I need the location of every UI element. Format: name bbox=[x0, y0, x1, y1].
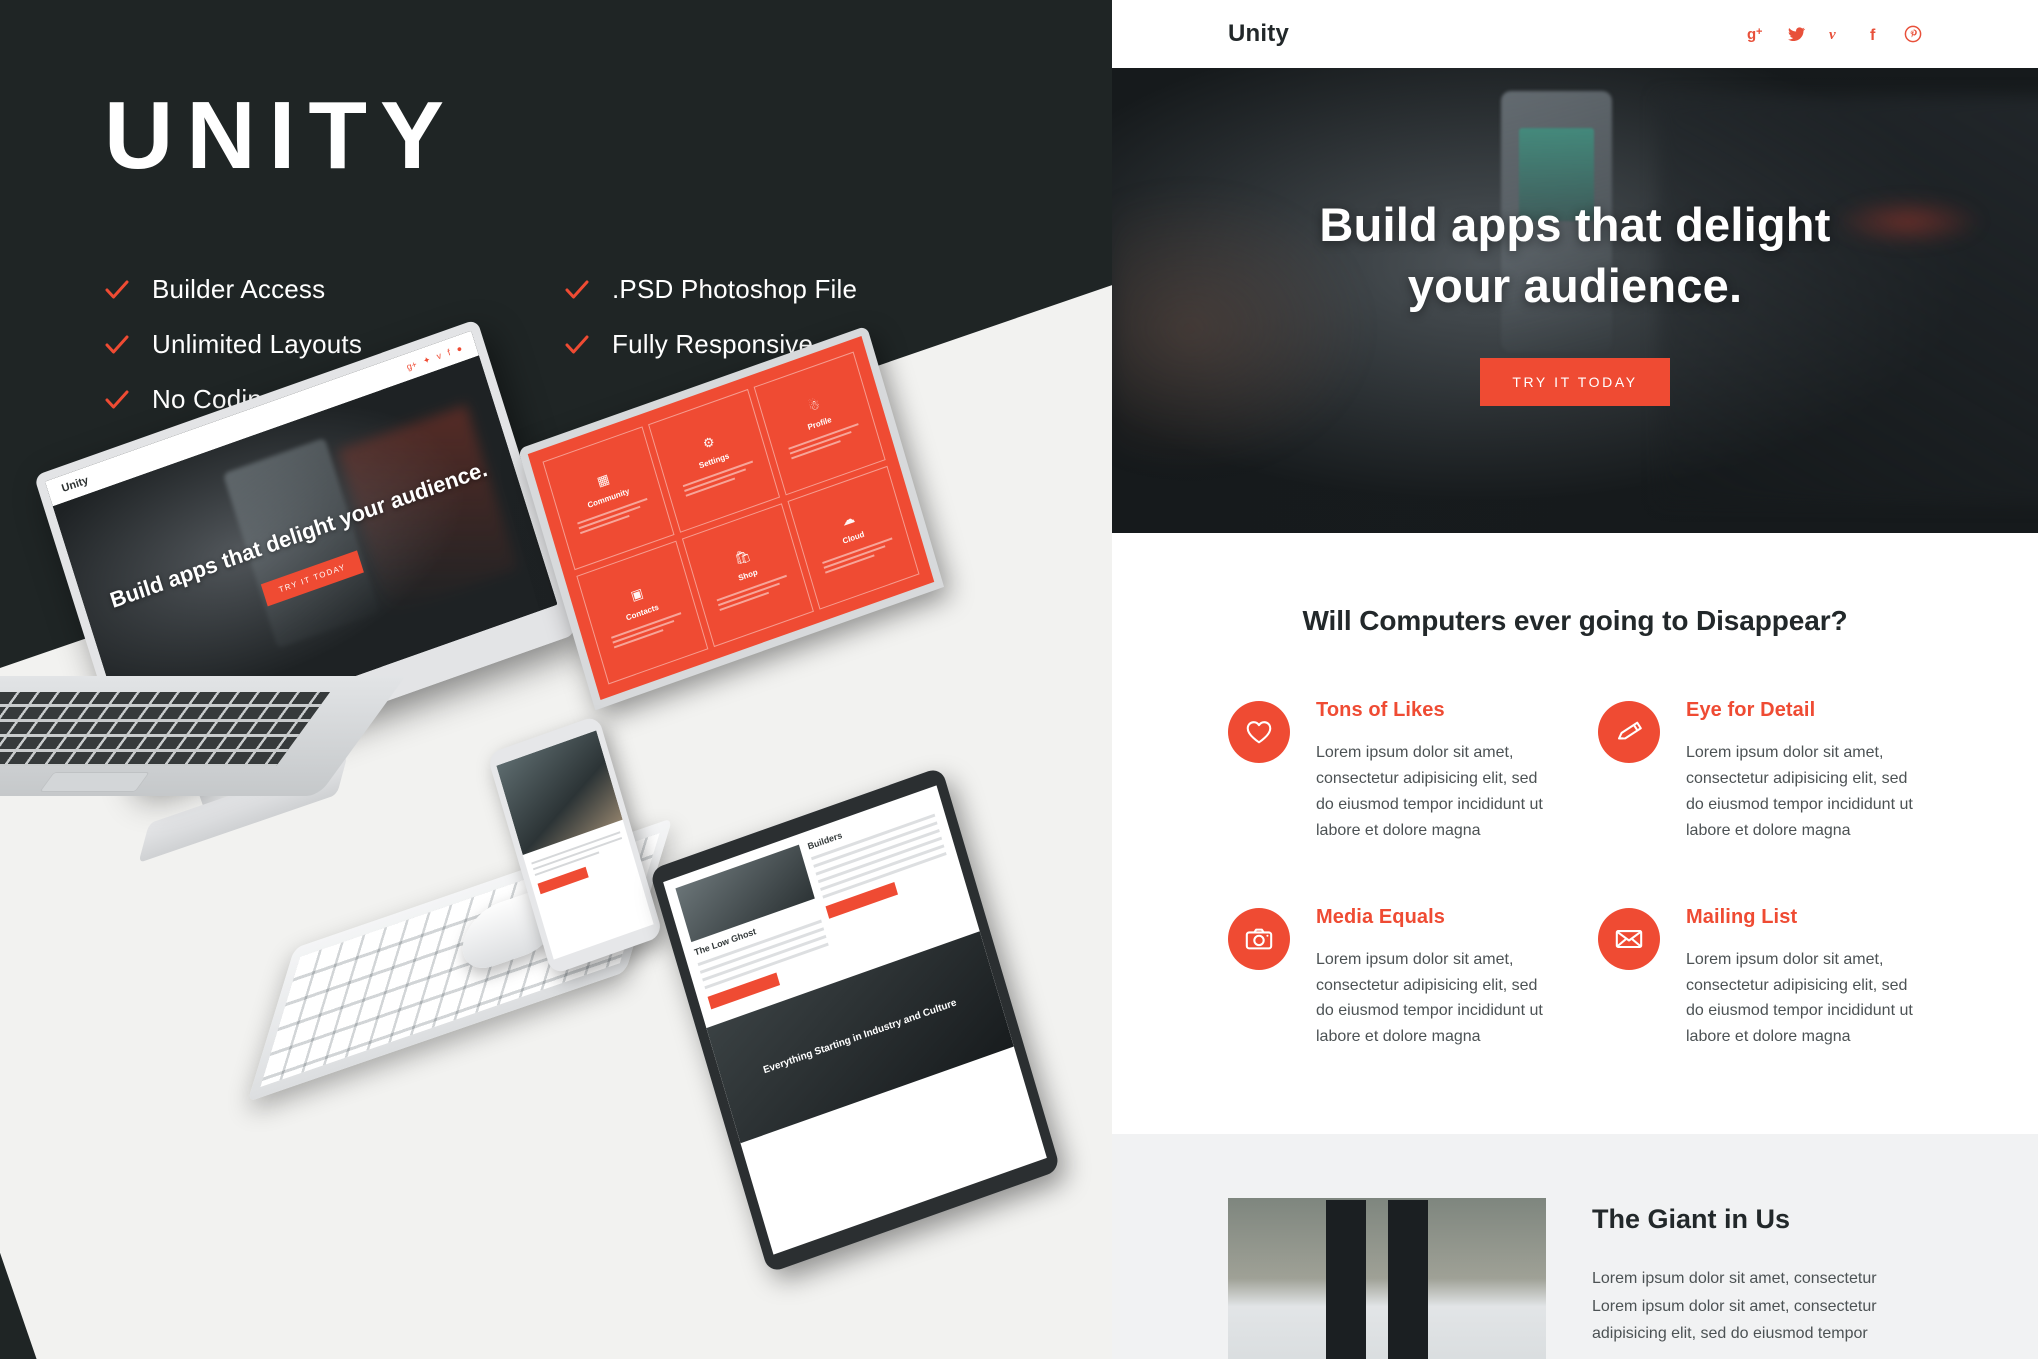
hero-background-accent bbox=[1834, 198, 1983, 245]
pencil-icon bbox=[1598, 701, 1660, 763]
twitter-icon: ✦ bbox=[421, 353, 432, 366]
feature-card-text: Media Equals Lorem ipsum dolor sit amet,… bbox=[1316, 906, 1552, 1051]
feature-card-text: Mailing List Lorem ipsum dolor sit amet,… bbox=[1686, 906, 1922, 1051]
heart-icon bbox=[1228, 701, 1290, 763]
facebook-icon[interactable]: f bbox=[1868, 25, 1882, 43]
social-links: g + v f bbox=[1747, 25, 1922, 43]
promo-feature-item: .PSD Photoshop File bbox=[564, 262, 964, 317]
laptop-tile-lines bbox=[716, 571, 790, 613]
tablet-thumbnail bbox=[675, 844, 815, 943]
giant-section-title: The Giant in Us bbox=[1592, 1204, 1791, 1235]
pinterest-icon: ● bbox=[455, 342, 464, 354]
laptop-tile-label: Cloud bbox=[841, 529, 866, 546]
svg-text:v: v bbox=[1829, 27, 1836, 43]
feature-card-title: Media Equals bbox=[1316, 905, 1446, 928]
features-grid: Tons of Likes Lorem ipsum dolor sit amet… bbox=[1228, 699, 1922, 1050]
features-heading: Will Computers ever going to Disappear? bbox=[1302, 605, 1848, 636]
giant-section-text: The Giant in Us Lorem ipsum dolor sit am… bbox=[1592, 1198, 1922, 1348]
user-icon: ☃ bbox=[806, 395, 822, 414]
device-mockup-scene: Unity g+ ✦ v f ● Build apps that delight… bbox=[0, 209, 1112, 1359]
imac-cta-button: TRY IT TODAY bbox=[260, 550, 365, 607]
promo-feature-item: Builder Access bbox=[104, 262, 564, 317]
features-section: Will Computers ever going to Disappear? … bbox=[1112, 533, 2038, 1135]
tablet-column-left: The Low Ghost bbox=[675, 844, 834, 1010]
site-brand-logo[interactable]: Unity bbox=[1228, 20, 1289, 48]
laptop-tile-lines bbox=[610, 609, 684, 651]
feature-card: Eye for Detail Lorem ipsum dolor sit ame… bbox=[1598, 699, 1922, 844]
cloud-icon: ☁ bbox=[839, 509, 857, 529]
check-icon bbox=[104, 332, 130, 358]
laptop-keyboard bbox=[0, 692, 330, 766]
vimeo-icon[interactable]: v bbox=[1828, 25, 1846, 43]
gear-icon: ⚙ bbox=[700, 433, 717, 452]
laptop-tile-lines bbox=[682, 457, 756, 499]
promo-feature-label: .PSD Photoshop File bbox=[612, 274, 858, 304]
laptop-trackpad bbox=[39, 772, 150, 792]
newspaper-icon: ▦ bbox=[595, 470, 611, 489]
imac-site-brand: Unity bbox=[60, 474, 90, 496]
laptop-tile-label: Shop bbox=[737, 566, 759, 583]
promo-feature-label: Unlimited Layouts bbox=[152, 329, 363, 359]
feature-card-title: Eye for Detail bbox=[1686, 699, 1816, 721]
twitter-icon[interactable] bbox=[1787, 25, 1806, 43]
feature-card: Media Equals Lorem ipsum dolor sit amet,… bbox=[1228, 906, 1552, 1051]
promo-composite: UNITY Builder Access Unlimited Layouts .… bbox=[0, 0, 2038, 1359]
site-hero: Build apps that delight your audience. T… bbox=[1112, 68, 2038, 533]
camera-icon bbox=[1228, 907, 1290, 970]
hero-cta-button[interactable]: TRY IT TODAY bbox=[1480, 357, 1670, 406]
site-header: Unity g + v f bbox=[1112, 0, 2038, 68]
hero-title-line-2: your audience. bbox=[1407, 258, 1743, 312]
promo-feature-label: Builder Access bbox=[152, 274, 326, 304]
facebook-icon: f bbox=[446, 346, 452, 358]
check-icon bbox=[104, 277, 130, 303]
check-icon bbox=[104, 387, 130, 413]
hero-title: Build apps that delight your audience. bbox=[1319, 195, 1830, 315]
feature-card-text: Tons of Likes Lorem ipsum dolor sit amet… bbox=[1316, 699, 1552, 844]
check-icon bbox=[564, 277, 590, 303]
giant-section-image bbox=[1228, 1198, 1546, 1359]
website-preview: Unity g + v f Build apps that delight yo… bbox=[1112, 0, 2038, 1359]
google-plus-icon: g+ bbox=[405, 358, 418, 372]
pinterest-icon[interactable] bbox=[1904, 25, 1922, 43]
vimeo-icon: v bbox=[435, 349, 443, 361]
svg-text:g: g bbox=[1747, 26, 1756, 43]
laptop-tile-lines bbox=[788, 420, 862, 462]
feature-card-title: Tons of Likes bbox=[1316, 699, 1445, 721]
feature-card-body: Lorem ipsum dolor sit amet, consectetur … bbox=[1316, 950, 1543, 1046]
photo-leg-left bbox=[1326, 1200, 1366, 1359]
feature-card-text: Eye for Detail Lorem ipsum dolor sit ame… bbox=[1686, 699, 1922, 844]
feature-card-body: Lorem ipsum dolor sit amet, consectetur … bbox=[1686, 744, 1913, 839]
envelope-icon bbox=[1598, 907, 1660, 970]
promo-brand-title: UNITY bbox=[104, 82, 457, 189]
check-icon bbox=[564, 332, 590, 358]
tablet-column-right: Builders bbox=[806, 798, 965, 963]
laptop-tile-lines bbox=[821, 534, 895, 576]
svg-text:+: + bbox=[1756, 26, 1762, 38]
feature-card-body: Lorem ipsum dolor sit amet, consectetur … bbox=[1686, 950, 1913, 1046]
feature-card-body: Lorem ipsum dolor sit amet, consectetur … bbox=[1316, 744, 1543, 839]
promo-left-panel: UNITY Builder Access Unlimited Layouts .… bbox=[0, 0, 1112, 1359]
feature-card: Mailing List Lorem ipsum dolor sit amet,… bbox=[1598, 906, 1922, 1051]
bag-icon: 🛍 bbox=[732, 546, 753, 567]
photo-leg-right bbox=[1388, 1200, 1428, 1359]
feature-card: Tons of Likes Lorem ipsum dolor sit amet… bbox=[1228, 699, 1552, 844]
giant-section: The Giant in Us Lorem ipsum dolor sit am… bbox=[1112, 1134, 2038, 1359]
giant-section-body: Lorem ipsum dolor sit amet, consectetur … bbox=[1592, 1270, 1877, 1343]
svg-text:f: f bbox=[1870, 27, 1876, 43]
contacts-icon: ▣ bbox=[628, 584, 645, 604]
feature-card-title: Mailing List bbox=[1686, 905, 1798, 928]
google-plus-icon[interactable]: g + bbox=[1747, 25, 1765, 43]
hero-title-line-1: Build apps that delight bbox=[1319, 198, 1831, 252]
tablet-cta-button bbox=[825, 881, 899, 919]
promo-feature-item: Unlimited Layouts bbox=[104, 317, 564, 372]
tablet-cta-button bbox=[707, 972, 781, 1010]
